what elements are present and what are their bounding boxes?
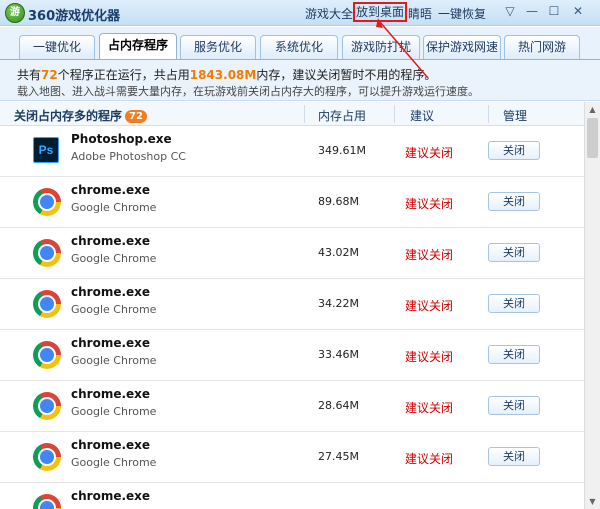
- photoshop-icon-glyph: Ps: [33, 137, 59, 163]
- one-click-restore-link[interactable]: 一键恢复: [438, 5, 486, 22]
- column-separator: [394, 105, 395, 123]
- tab-game-no-disturb[interactable]: 游戏防打扰: [342, 35, 420, 60]
- process-description: Google Chrome: [71, 252, 157, 265]
- advice-text: 建议关闭: [405, 452, 454, 466]
- column-advice-header: 建议: [410, 109, 435, 123]
- vertical-scrollbar[interactable]: ▲ ▼: [584, 102, 600, 509]
- chrome-icon: [33, 188, 61, 216]
- tab-bar: 一键优化 占内存程序 服务优化 系统优化 游戏防打扰 保护游戏网速 热门网游: [0, 27, 600, 60]
- memory-usage: 349.61M: [318, 144, 366, 157]
- table-row: chrome.exe Google Chrome 28.64M 建议关闭 关闭: [0, 381, 584, 432]
- process-name: chrome.exe: [71, 183, 151, 197]
- process-description: Google Chrome: [71, 303, 157, 316]
- close-icon[interactable]: ✕: [568, 3, 588, 20]
- game-list-link[interactable]: 游戏大全: [305, 5, 353, 22]
- column-separator: [304, 105, 305, 123]
- scroll-down-icon[interactable]: ▼: [585, 494, 600, 509]
- menu-icon[interactable]: ▽: [500, 3, 520, 20]
- tab-memory-programs[interactable]: 占内存程序: [99, 33, 177, 60]
- column-separator: [488, 105, 489, 123]
- table-row: chrome.exe Google Chrome 89.68M 建议关闭 关闭: [0, 177, 584, 228]
- tab-hot-online-games[interactable]: 热门网游: [504, 35, 580, 60]
- summary-text: 共有72个程序正在运行，共占用1843.08M内存，建议关闭暂时不用的程序。: [17, 66, 436, 83]
- info-panel: 共有72个程序正在运行，共占用1843.08M内存，建议关闭暂时不用的程序。 载…: [0, 60, 600, 101]
- process-description: Google Chrome: [71, 405, 157, 418]
- memory-usage: 33.46M: [318, 348, 359, 361]
- toolbar-link[interactable]: 睛晤: [408, 5, 432, 22]
- process-name: chrome.exe: [71, 234, 151, 248]
- maximize-icon[interactable]: ☐: [544, 3, 564, 20]
- chrome-icon: [33, 443, 61, 471]
- tip-text: 载入地图、进入战斗需要大量内存，在玩游戏前关闭占内存大的程序，可以提升游戏运行速…: [17, 85, 479, 98]
- advice-text: 建议关闭: [405, 401, 454, 415]
- scroll-thumb[interactable]: [587, 118, 598, 158]
- place-on-desktop-link[interactable]: 放到桌面: [353, 2, 408, 22]
- process-name: chrome.exe: [71, 336, 151, 350]
- title-bar: 游 360游戏优化器 游戏大全 放到桌面 睛晤 一键恢复 ▽ — ☐ ✕: [0, 0, 600, 26]
- chrome-icon: [33, 494, 61, 509]
- photoshop-icon: Ps: [33, 137, 61, 165]
- process-name: chrome.exe: [71, 285, 151, 299]
- close-process-button[interactable]: 关闭: [488, 141, 540, 160]
- chrome-icon: [33, 392, 61, 420]
- chrome-icon: [33, 239, 61, 267]
- summary-suffix: 内存，建议关闭暂时不用的程序。: [256, 68, 437, 82]
- close-process-button[interactable]: 关闭: [488, 447, 540, 466]
- table-row: chrome.exe Google Chrome 27.45M 建议关闭 关闭: [0, 432, 584, 483]
- memory-usage: 34.22M: [318, 297, 359, 310]
- process-name: Photoshop.exe: [71, 132, 172, 146]
- column-memory-header[interactable]: 内存占用: [318, 107, 366, 124]
- tab-system-optimize[interactable]: 系统优化: [260, 35, 338, 60]
- table-row: Ps Photoshop.exe Adobe Photoshop CC 349.…: [0, 126, 584, 177]
- summary-middle: 个程序正在运行，共占用: [57, 68, 190, 82]
- process-description: Google Chrome: [71, 354, 157, 367]
- app-title: 360游戏优化器: [28, 9, 121, 24]
- column-name-label: 关闭占内存多的程序: [14, 109, 123, 123]
- process-description: Adobe Photoshop CC: [71, 150, 186, 163]
- close-process-button[interactable]: 关闭: [488, 396, 540, 415]
- list-header: 关闭占内存多的程序 72 内存占用 建议 管理: [0, 102, 584, 126]
- process-name: chrome.exe: [71, 489, 151, 503]
- chrome-icon: [33, 290, 61, 318]
- column-manage-header: 管理: [503, 109, 528, 123]
- memory-usage: 28.64M: [318, 399, 359, 412]
- program-count: 72: [41, 68, 58, 82]
- close-process-button[interactable]: 关闭: [488, 192, 540, 211]
- close-process-button[interactable]: 关闭: [488, 345, 540, 364]
- advice-text: 建议关闭: [405, 248, 454, 262]
- tab-service-optimize[interactable]: 服务优化: [180, 35, 256, 60]
- advice-text: 建议关闭: [405, 197, 454, 211]
- advice-text: 建议关闭: [405, 299, 454, 313]
- memory-total: 1843.08M: [189, 68, 257, 82]
- table-row: chrome.exe Google Chrome 43.02M 建议关闭 关闭: [0, 228, 584, 279]
- process-list: Ps Photoshop.exe Adobe Photoshop CC 349.…: [0, 126, 584, 509]
- table-row: chrome.exe Google Chrome 34.22M 建议关闭 关闭: [0, 279, 584, 330]
- close-process-button[interactable]: 关闭: [488, 294, 540, 313]
- tab-one-click-optimize[interactable]: 一键优化: [19, 35, 95, 60]
- memory-usage: 89.68M: [318, 195, 359, 208]
- count-badge: 72: [125, 110, 147, 123]
- memory-usage: 43.02M: [318, 246, 359, 259]
- column-name-header: 关闭占内存多的程序 72: [14, 107, 147, 124]
- scroll-up-icon[interactable]: ▲: [585, 102, 600, 117]
- minimize-icon[interactable]: —: [522, 3, 542, 20]
- table-row: chrome.exe Google Chrome 33.46M 建议关闭 关闭: [0, 330, 584, 381]
- advice-text: 建议关闭: [405, 350, 454, 364]
- tab-protect-game-network[interactable]: 保护游戏网速: [423, 35, 501, 60]
- memory-usage: 27.45M: [318, 450, 359, 463]
- process-description: Google Chrome: [71, 456, 157, 469]
- process-description: Google Chrome: [71, 201, 157, 214]
- table-row: chrome.exe: [0, 483, 584, 509]
- process-name: chrome.exe: [71, 387, 151, 401]
- summary-prefix: 共有: [17, 68, 42, 82]
- process-name: chrome.exe: [71, 438, 151, 452]
- close-process-button[interactable]: 关闭: [488, 243, 540, 262]
- advice-text: 建议关闭: [405, 146, 454, 160]
- chrome-icon: [33, 341, 61, 369]
- app-logo-icon: 游: [5, 3, 25, 23]
